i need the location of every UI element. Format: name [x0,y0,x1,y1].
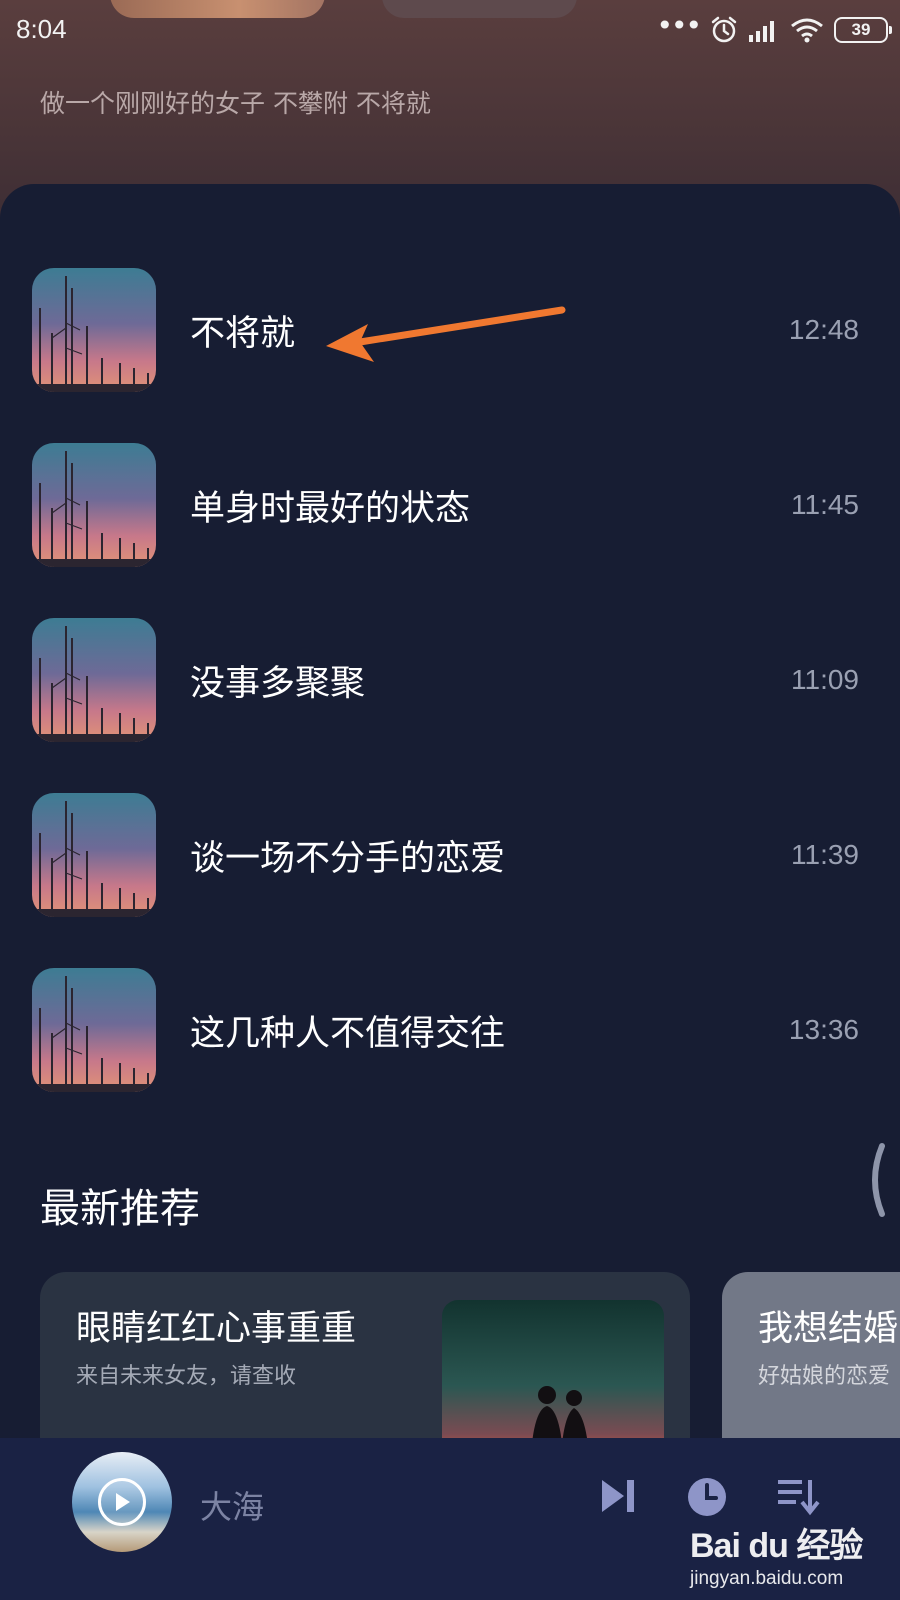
track-title: 这几种人不值得交往 [190,1013,506,1054]
track-cover-image [32,618,156,742]
watermark-logo: Bai du 经验 [690,1527,863,1565]
annotation-arrow-icon [326,306,566,362]
track-duration: 12:48 [788,314,859,345]
now-playing-cover[interactable] [72,1452,172,1552]
refresh-icon[interactable] [868,1140,900,1220]
play-button[interactable] [98,1478,146,1526]
baidu-watermark: Bai du 经验 jingyan.baidu.com [690,1518,890,1598]
play-icon [116,1493,130,1511]
track-cover-image [32,968,156,1092]
signal-icon [749,21,774,42]
album-subtitle: 做一个刚刚好的女子 不攀附 不将就 [40,89,431,118]
section-title-recommend: 最新推荐 [40,1186,200,1232]
track-title: 谈一场不分手的恋爱 [190,838,506,879]
alarm-icon [711,16,737,43]
battery-level: 39 [851,20,871,39]
skip-next-icon[interactable] [598,1476,638,1516]
status-time: 8:04 [16,14,67,44]
battery-icon: 39 [834,17,892,43]
track-duration: 11:45 [791,489,859,520]
recommend-card-title: 我想结婚 [758,1309,899,1349]
more-dots-icon: ••• [656,9,702,42]
list-item[interactable]: 这几种人不值得交往 13:36 [32,968,859,1092]
track-title: 单身时最好的状态 [190,488,471,529]
track-duration: 11:09 [791,664,859,695]
status-icons: ••• 39 [656,9,892,46]
recommend-card-title: 眼睛红红心事重重 [76,1309,357,1349]
track-cover-image [32,268,156,392]
track-duration: 11:39 [791,839,859,870]
track-cover-image [32,443,156,567]
recommend-card-subtitle: 来自未来女友，请查收 [76,1364,297,1389]
watermark-url: jingyan.baidu.com [690,1568,844,1589]
header-action-pill[interactable] [382,0,577,18]
list-item[interactable]: 没事多聚聚 11:09 [32,618,859,742]
now-playing-title: 大海 [200,1488,265,1526]
timer-clock-icon[interactable] [686,1476,728,1518]
track-cover-image [32,793,156,917]
track-duration: 13:36 [788,1014,859,1045]
wifi-icon [791,18,823,43]
recommend-card-subtitle: 好姑娘的恋爱 [758,1364,891,1389]
header-cover-image[interactable] [110,0,325,18]
track-title: 没事多聚聚 [190,663,366,704]
playlist-icon[interactable] [776,1476,820,1518]
list-item[interactable]: 谈一场不分手的恋爱 11:39 [32,793,859,917]
list-item[interactable]: 单身时最好的状态 11:45 [32,443,859,567]
